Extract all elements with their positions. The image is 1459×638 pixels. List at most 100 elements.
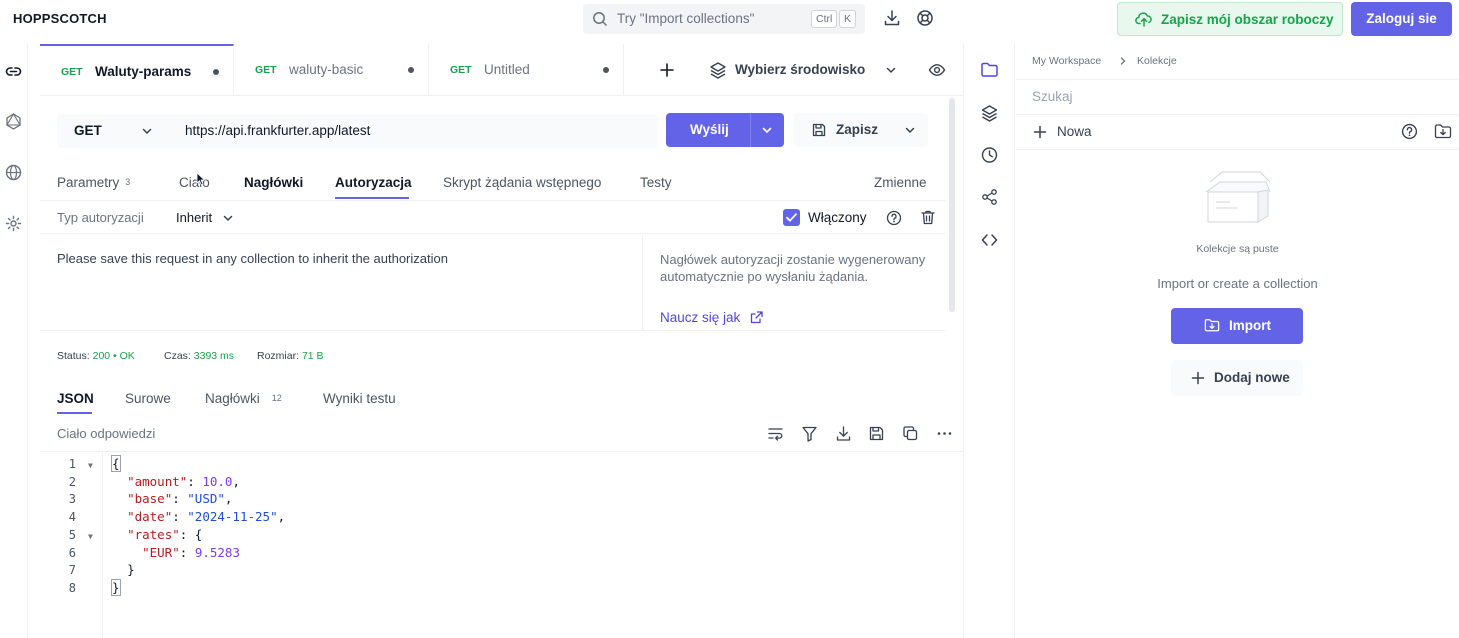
tab-authorization[interactable]: Autoryzacja [335,175,412,190]
app-logo[interactable]: HOPPSCOTCH [13,11,107,26]
url-input[interactable]: https://api.frankfurter.app/latest [167,114,658,148]
line-number: 1 [68,457,76,471]
copy-icon[interactable] [902,425,919,442]
rest-link-icon[interactable] [4,62,23,81]
kbd-ctrl: Ctrl [811,10,838,28]
settings-gear-icon[interactable] [4,214,23,233]
more-horizontal-icon[interactable] [936,425,953,442]
unsaved-dot[interactable] [603,67,609,73]
request-scrollbar[interactable] [949,98,955,312]
unsaved-dot[interactable] [213,69,219,75]
matched-brace: { [111,455,121,472]
send-button[interactable]: Wyślij [666,113,784,147]
breadcrumb-collections[interactable]: Kolekcje [1137,55,1177,67]
left-nav-rail [0,44,28,638]
auth-divider [642,235,643,331]
auth-type-select[interactable]: Inherit [176,210,212,225]
tab-test-results[interactable]: Wyniki testu [323,391,396,406]
fold-caret-icon[interactable]: ▼ [88,461,93,470]
environments-layers-icon[interactable] [980,104,999,122]
request-tab-waluty-basic[interactable]: GET waluty-basic [234,44,429,96]
tab-parameters[interactable]: Parametry 3 [57,175,130,190]
help-circle-icon[interactable] [886,210,902,226]
response-toolbar: Ciało odpowiedzi [40,415,963,452]
tab-response-headers[interactable]: Nagłówki 12 [205,391,282,406]
tab-json[interactable]: JSON [57,391,94,406]
chevron-down-icon[interactable] [761,124,773,136]
collections-search-input[interactable]: Szukaj [1016,79,1459,115]
tab-headers[interactable]: Nagłówki [244,175,303,190]
size-info: Rozmiar: 71 B [257,350,324,362]
size-value: 71 B [301,350,324,362]
global-search[interactable]: Try "Import collections" Ctrl K [583,4,865,34]
line-gutter: 1 2 3 4 5 6 7 8 ▼ ▼ [40,453,103,638]
save-workspace-button[interactable]: Zapisz mój obszar roboczy [1117,2,1343,36]
time-info: Czas: 3393 ms [164,350,234,362]
collections-toolbar: Nowa [1016,115,1459,150]
auth-side-note: Nagłówek autoryzacji zostanie wygenerowa… [660,252,926,284]
code-brackets-icon[interactable] [980,231,999,249]
download-icon[interactable] [883,9,901,27]
wrap-lines-icon[interactable] [767,425,784,442]
import-button[interactable]: Import [1171,308,1303,344]
status-label: Status: [57,350,90,362]
request-tab-untitled[interactable]: GET Untitled [429,44,624,96]
chevron-down-icon[interactable] [904,124,916,136]
help-lifebuoy-icon[interactable] [916,9,934,27]
tab-tests[interactable]: Testy [640,175,672,190]
help-circle-icon[interactable] [1401,123,1418,140]
save-floppy-icon[interactable] [868,425,885,442]
collections-folder-icon[interactable] [980,61,999,79]
tab-pre-request-script[interactable]: Skrypt żądania wstępnego [443,175,601,190]
import-hint: Import or create a collection [1157,276,1318,291]
eye-icon[interactable] [928,61,946,79]
tab-name: Untitled [484,62,530,77]
response-headers-label: Nagłówki [205,391,260,406]
plus-icon[interactable] [1033,125,1047,139]
filter-icon[interactable] [801,425,818,442]
chevron-down-icon[interactable] [222,212,234,224]
auth-type-value: Inherit [176,210,213,225]
json-number: 9.5283 [194,545,240,560]
add-new-label: Dodaj nowe [1214,370,1290,385]
share-icon[interactable] [980,188,999,206]
line-number: 2 [68,475,76,489]
login-button[interactable]: Zaloguj sie [1351,2,1452,36]
time-value: 3393 ms [193,350,235,362]
environment-selector[interactable]: Wybierz środowisko [709,44,963,96]
tab-raw[interactable]: Surowe [125,391,171,406]
send-split-divider [750,113,751,147]
add-new-button[interactable]: Dodaj nowe [1171,360,1303,396]
unsaved-dot[interactable] [408,67,414,73]
request-tab-waluty-params[interactable]: GET Waluty-params [40,44,234,96]
json-string: "USD" [187,491,225,506]
fold-caret-icon[interactable]: ▼ [88,532,93,541]
external-link-icon[interactable] [749,310,764,325]
graphql-icon[interactable] [4,112,23,131]
history-clock-icon[interactable] [980,146,999,164]
import-folder-icon[interactable] [1434,123,1452,140]
download-icon[interactable] [835,425,852,442]
request-tab-bar: GET Waluty-params GET waluty-basic GET U… [40,44,963,96]
code-line: } [111,579,121,596]
trash-icon[interactable] [920,209,936,226]
tab-variables[interactable]: Zmienne [874,175,927,190]
response-json-editor[interactable]: 1 2 3 4 5 6 7 8 ▼ ▼ { "amount": 10.0, "b… [40,453,963,638]
time-label: Czas: [164,350,191,362]
response-body-label: Ciało odpowiedzi [57,426,156,441]
line-number: 8 [68,581,76,595]
line-number: 5 [68,528,76,542]
new-tab-plus-icon[interactable] [659,62,675,78]
save-request-button[interactable]: Zapisz [794,113,928,147]
tab-method: GET [450,64,472,76]
enabled-checkbox[interactable] [783,209,800,226]
auth-toolbar: Typ autoryzacji Inherit Włączony [40,200,945,234]
chevron-down-icon [141,125,153,137]
learn-how-link[interactable]: Naucz się jak [660,310,740,325]
new-collection-button[interactable]: Nowa [1057,124,1092,139]
tab-method: GET [61,66,83,78]
save-floppy-icon [811,122,827,138]
realtime-globe-icon[interactable] [4,163,23,182]
method-select[interactable]: GET [57,114,167,148]
breadcrumb-workspace[interactable]: My Workspace [1032,55,1101,67]
